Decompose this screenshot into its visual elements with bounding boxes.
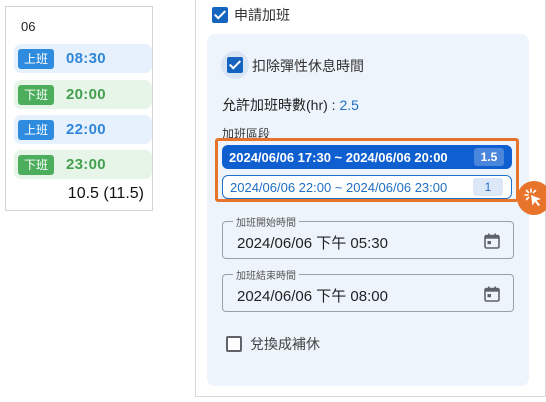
clock-in-badge: 上班 bbox=[18, 119, 54, 140]
click-cursor-icon bbox=[517, 181, 546, 215]
attendance-row-clock-in: 上班 22:00 bbox=[14, 115, 152, 144]
overtime-start-value: 2024/06/06 下午 05:30 bbox=[237, 235, 388, 252]
deduct-flex-checkbox[interactable] bbox=[227, 57, 243, 73]
overtime-form: 申請加班 扣除彈性休息時間 允許加班時數(hr) : 2.5 加班區段 2024… bbox=[195, 0, 546, 397]
clock-time: 20:00 bbox=[66, 86, 106, 103]
clock-in-badge: 上班 bbox=[18, 48, 54, 69]
attendance-total-hours: 10.5 (11.5) bbox=[67, 185, 144, 202]
apply-overtime-label: 申請加班 bbox=[234, 7, 290, 23]
click-cursor-glyph bbox=[524, 188, 541, 207]
compensatory-leave-checkbox-row[interactable]: 兌換成補休 bbox=[226, 334, 320, 354]
allowed-hours-label: 允許加班時數(hr) : bbox=[222, 97, 336, 113]
attendance-row-clock-out: 下班 20:00 bbox=[14, 80, 152, 109]
calendar-icon[interactable] bbox=[483, 232, 501, 250]
allowed-hours-value: 2.5 bbox=[339, 97, 359, 113]
clock-out-badge: 下班 bbox=[18, 84, 54, 105]
overtime-start-field[interactable]: 加班開始時間 2024/06/06 下午 05:30 bbox=[222, 214, 514, 259]
deduct-flex-checkbox-ripple[interactable] bbox=[221, 51, 249, 79]
compensatory-leave-label: 兌換成補休 bbox=[250, 336, 320, 352]
overtime-end-field[interactable]: 加班結束時間 2024/06/06 下午 08:00 bbox=[222, 267, 514, 312]
overtime-details-panel: 扣除彈性休息時間 允許加班時數(hr) : 2.5 加班區段 2024/06/0… bbox=[207, 34, 546, 386]
attendance-row-clock-in: 上班 08:30 bbox=[14, 44, 152, 73]
compensatory-leave-checkbox[interactable] bbox=[226, 336, 242, 352]
calendar-icon[interactable] bbox=[483, 285, 501, 303]
segment-hours-badge: 1 bbox=[473, 178, 503, 196]
allowed-hours-line: 允許加班時數(hr) : 2.5 bbox=[222, 95, 359, 115]
segment-range: 2024/06/06 22:00 ~ 2024/06/06 23:00 bbox=[230, 179, 448, 195]
overtime-end-value: 2024/06/06 下午 08:00 bbox=[237, 288, 388, 305]
clock-time: 08:30 bbox=[66, 50, 106, 67]
overtime-segment[interactable]: 2024/06/06 22:00 ~ 2024/06/06 23:00 1 bbox=[222, 175, 512, 199]
attendance-date: 06 bbox=[21, 19, 36, 34]
apply-overtime-checkbox-row[interactable]: 申請加班 bbox=[212, 5, 290, 25]
apply-overtime-checkbox[interactable] bbox=[212, 7, 228, 23]
clock-out-badge: 下班 bbox=[18, 154, 54, 175]
deduct-flex-label: 扣除彈性休息時間 bbox=[252, 58, 364, 74]
clock-time: 22:00 bbox=[66, 121, 106, 138]
clock-time: 23:00 bbox=[66, 156, 106, 173]
overtime-start-label: 加班開始時間 bbox=[233, 214, 299, 229]
segment-hours-badge: 1.5 bbox=[474, 148, 504, 166]
overtime-segment-selected[interactable]: 2024/06/06 17:30 ~ 2024/06/06 20:00 1.5 bbox=[222, 145, 512, 169]
attendance-card: 06 上班 08:30 下班 20:00 上班 22:00 下班 23:00 1… bbox=[5, 6, 153, 211]
overtime-end-label: 加班結束時間 bbox=[233, 267, 299, 282]
attendance-row-clock-out: 下班 23:00 bbox=[14, 150, 152, 179]
segment-range: 2024/06/06 17:30 ~ 2024/06/06 20:00 bbox=[229, 149, 448, 165]
